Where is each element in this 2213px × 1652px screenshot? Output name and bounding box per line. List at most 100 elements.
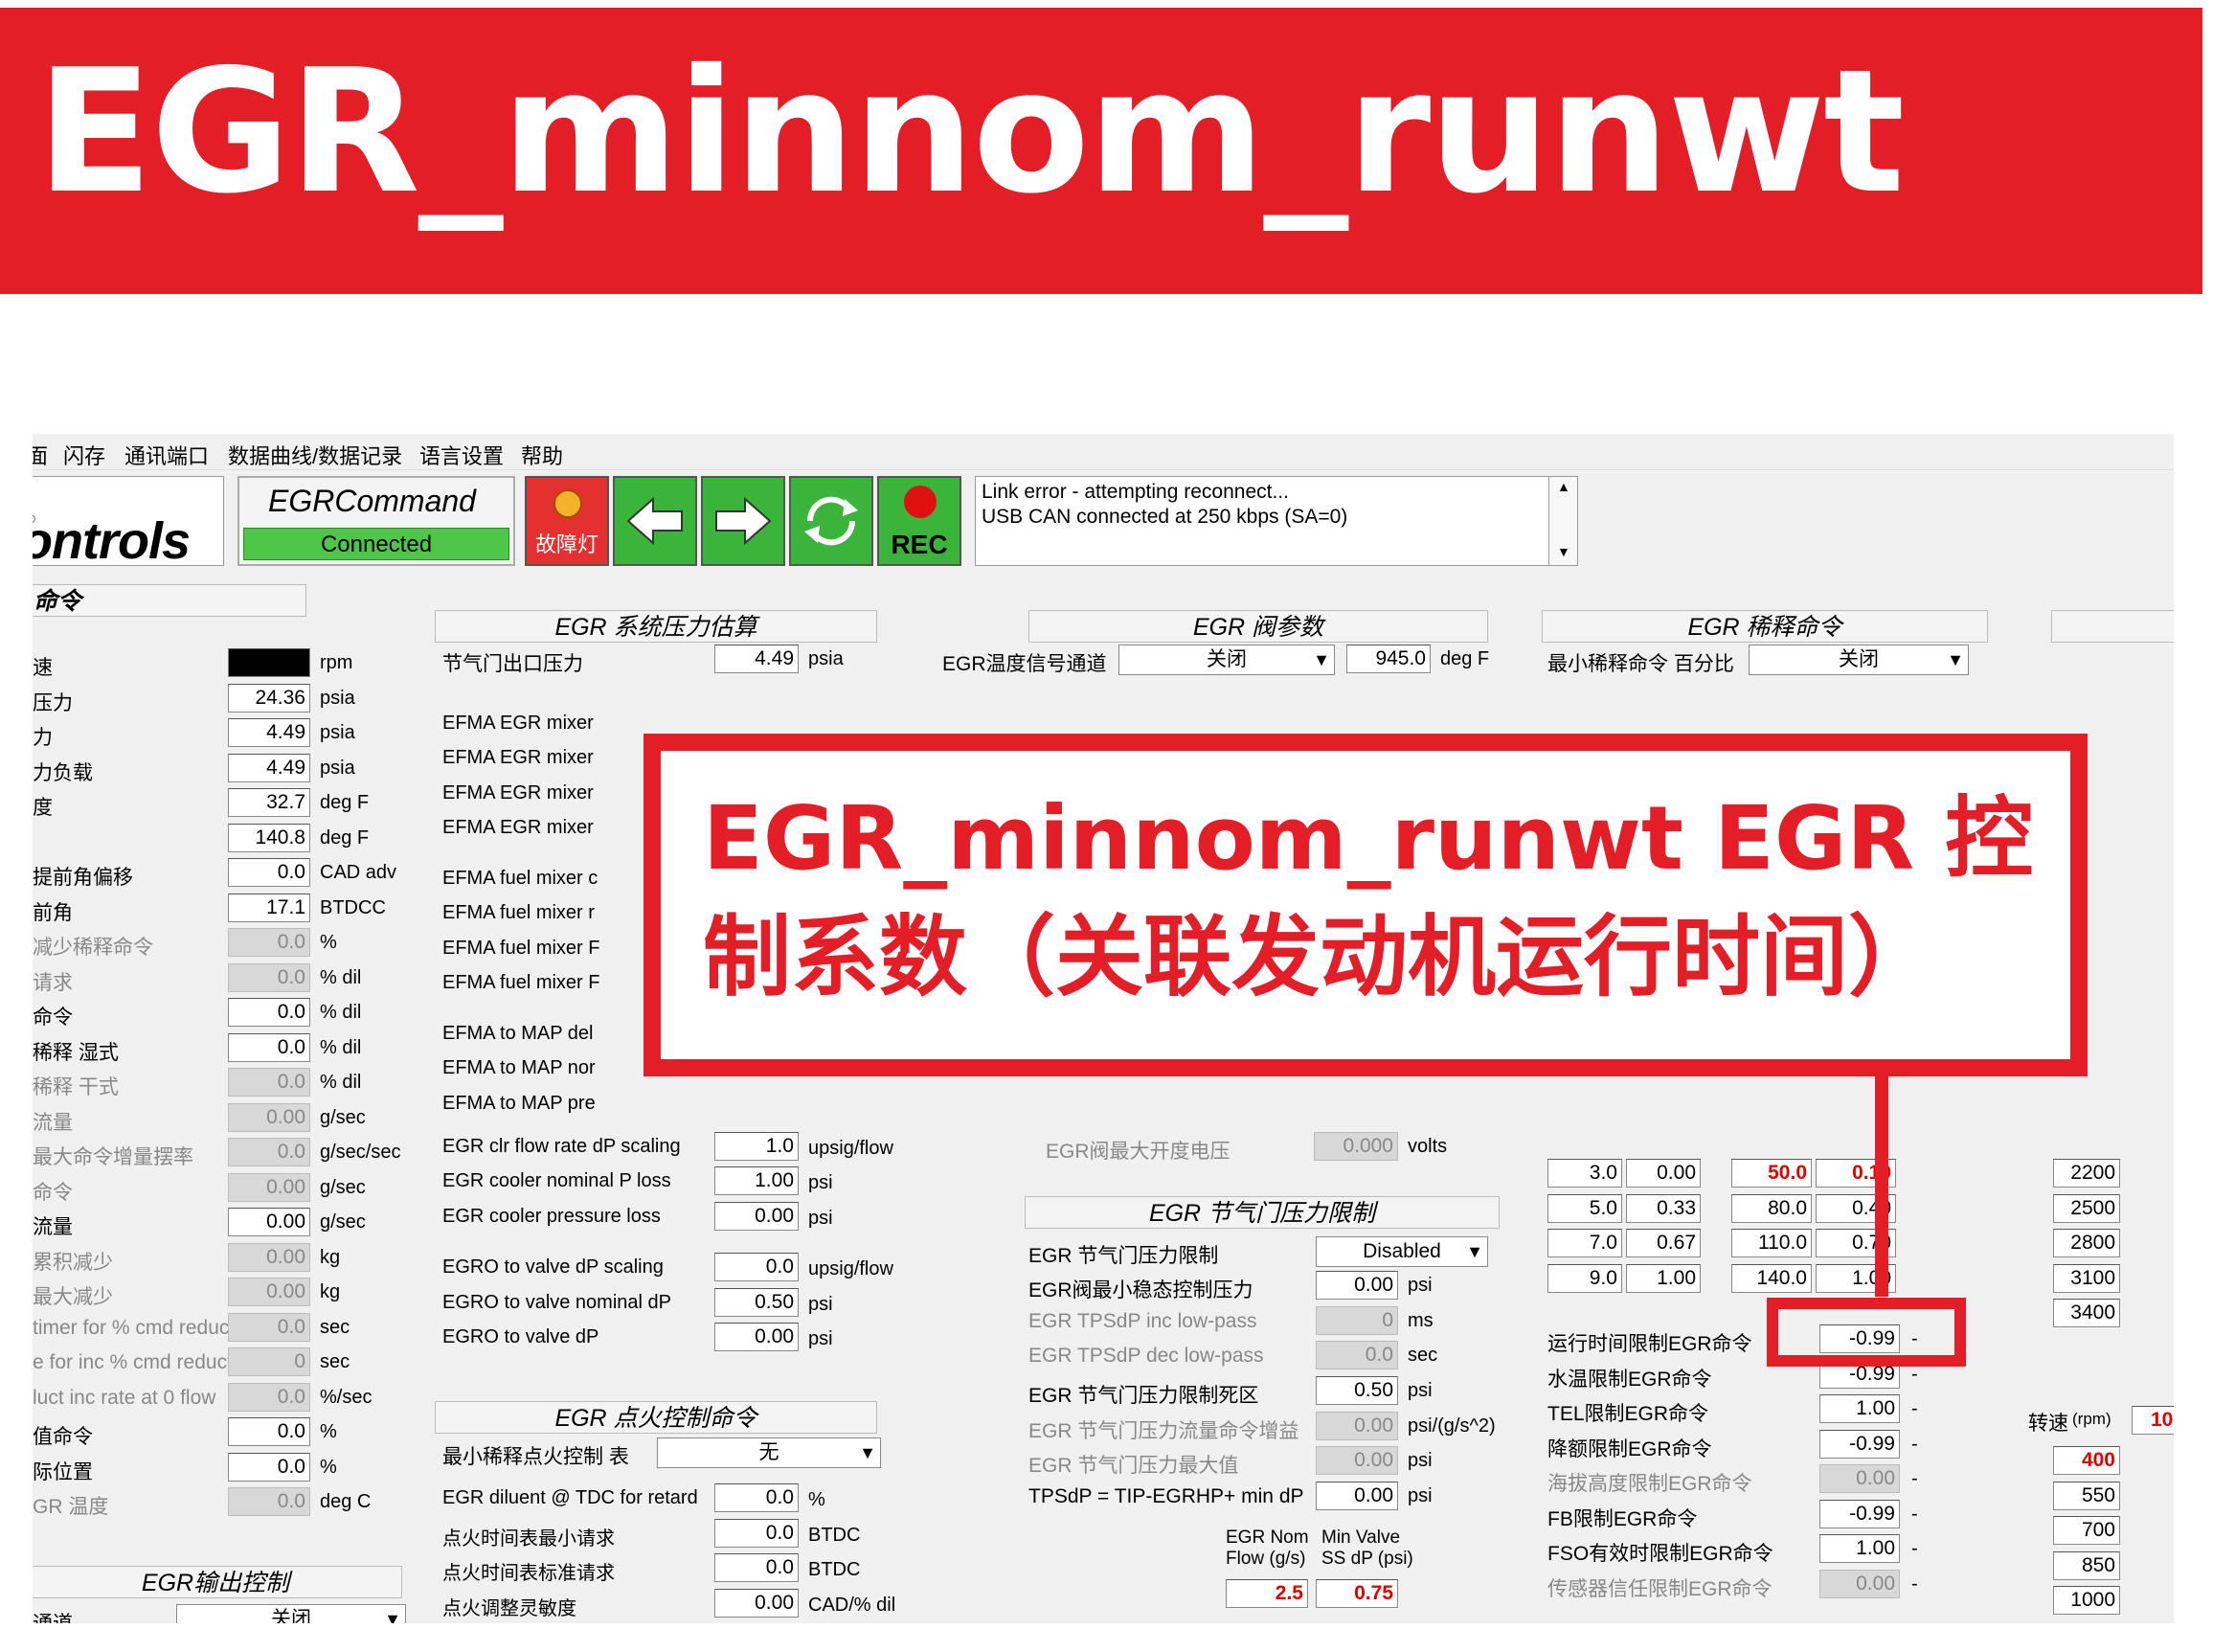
value-input[interactable]: 0.0 — [228, 998, 310, 1027]
table-a-y[interactable]: 0.00 — [1626, 1159, 1701, 1188]
spark-table-dropdown[interactable]: 无 ▼ — [657, 1437, 881, 1468]
value-input[interactable]: 24.36 — [228, 683, 310, 713]
value-input[interactable]: 0.00 — [228, 1102, 310, 1132]
value-input[interactable]: 0 — [228, 1347, 310, 1376]
value-input[interactable]: 0.0 — [228, 1068, 310, 1097]
menu-view[interactable]: 面 — [33, 440, 48, 470]
egr-temp-channel-dropdown[interactable]: 关闭 ▼ — [1118, 645, 1335, 675]
value-input[interactable]: 140.8 — [228, 823, 310, 852]
value-input[interactable]: 17.1 — [228, 893, 310, 922]
speed-breakpoint[interactable]: 1000 — [2053, 1586, 2120, 1615]
table-a-x[interactable]: 3.0 — [1547, 1159, 1622, 1188]
chevron-down-icon[interactable]: ▼ — [1313, 645, 1330, 674]
limit-unit: - — [1911, 1468, 1918, 1489]
table-b-x[interactable]: 140.0 — [1731, 1263, 1812, 1293]
value-input[interactable]: 0.0 — [228, 1312, 310, 1342]
speed-breakpoint[interactable]: 850 — [2053, 1550, 2120, 1580]
table-a-x[interactable]: 9.0 — [1547, 1263, 1622, 1293]
throttle-pressure-value[interactable]: 4.49 — [714, 645, 799, 673]
min-dilution-dropdown[interactable]: 关闭 ▼ — [1749, 645, 1969, 675]
speed-breakpoint[interactable]: 700 — [2053, 1516, 2120, 1545]
spark-param-value[interactable]: 0.0 — [714, 1483, 799, 1512]
speed-head-value[interactable]: 100 — [2132, 1406, 2174, 1435]
rpm-breakpoint[interactable]: 3400 — [2053, 1299, 2120, 1327]
table-b-x[interactable]: 50.0 — [1731, 1159, 1812, 1188]
table-a-x[interactable]: 5.0 — [1547, 1193, 1622, 1223]
pressure-param-value[interactable]: 0.00 — [714, 1202, 799, 1231]
rpm-breakpoint[interactable]: 2800 — [2053, 1229, 2120, 1257]
rpm-breakpoint[interactable]: 2200 — [2053, 1159, 2120, 1188]
limit-label: FB限制EGR命令 — [1547, 1507, 1698, 1530]
limit-unit: - — [1911, 1398, 1918, 1419]
pressure-param-value[interactable]: 1.0 — [714, 1132, 799, 1161]
program-panel: EGRCommand Connected — [237, 476, 515, 566]
output-channel-dropdown[interactable]: 关闭 ▼ — [176, 1604, 406, 1623]
value-input[interactable]: 4.49 — [228, 753, 310, 782]
value-input[interactable]: 0.0 — [228, 928, 310, 957]
value-input[interactable]: 0.0 — [228, 1452, 310, 1482]
fault-lamp-button[interactable]: 故障灯 — [525, 476, 609, 566]
value-input[interactable]: 0.00 — [228, 1242, 310, 1272]
table-a-x[interactable]: 7.0 — [1547, 1229, 1622, 1257]
menu-help[interactable]: 帮助 — [521, 440, 563, 470]
efma-label: EFMA EGR mixer — [442, 713, 594, 734]
refresh-button[interactable] — [789, 476, 873, 566]
egr-temp-value[interactable]: 945.0 — [1346, 645, 1431, 673]
value-input[interactable]: 0.0 — [228, 1138, 310, 1166]
back-button[interactable] — [613, 476, 697, 566]
scroll-up-icon[interactable]: ▲ — [1557, 479, 1570, 494]
table-b-x[interactable]: 80.0 — [1731, 1193, 1812, 1223]
spark-param-value[interactable]: 0.00 — [714, 1589, 799, 1618]
menu-data-log[interactable]: 数据曲线/数据记录 — [228, 440, 402, 470]
pressure-param-value[interactable]: 1.00 — [714, 1166, 799, 1195]
pressure-param-value[interactable]: 0.0 — [714, 1253, 799, 1281]
value-input[interactable]: 32.7 — [228, 788, 310, 817]
throttle-limit-dropdown[interactable]: Disabled ▼ — [1316, 1236, 1488, 1267]
value-input[interactable]: 0.00 — [228, 1278, 310, 1306]
chevron-down-icon[interactable]: ▼ — [1947, 645, 1964, 674]
table-b-x[interactable]: 110.0 — [1731, 1229, 1812, 1257]
pressure-param-value[interactable]: 0.50 — [714, 1288, 799, 1317]
value-input[interactable]: 0.00 — [228, 1172, 310, 1202]
value-input[interactable]: 0.0 — [228, 1032, 310, 1062]
spark-param-value[interactable]: 0.0 — [714, 1519, 799, 1548]
min-valve-dp-value[interactable]: 0.75 — [1316, 1579, 1398, 1608]
scroll-down-icon[interactable]: ▼ — [1557, 544, 1570, 559]
rpm-breakpoint[interactable]: 2500 — [2053, 1193, 2120, 1223]
efma-label: EFMA fuel mixer r — [442, 902, 595, 923]
value-input[interactable]: 0.00 — [228, 1208, 310, 1236]
menu-flash[interactable]: 闪存 — [63, 440, 105, 470]
chevron-down-icon[interactable]: ▼ — [1466, 1237, 1483, 1266]
pressure-param-unit: upsig/flow — [808, 1258, 893, 1279]
table-a-y[interactable]: 0.67 — [1626, 1229, 1701, 1257]
speed-breakpoint[interactable]: 400 — [2053, 1446, 2120, 1475]
speed-breakpoint[interactable]: 550 — [2053, 1481, 2120, 1510]
value-input[interactable]: 0 — [228, 648, 310, 677]
nom-flow-value[interactable]: 2.5 — [1226, 1579, 1308, 1608]
table-a-y[interactable]: 0.33 — [1626, 1193, 1701, 1223]
company-logo: ontrols® — [33, 476, 224, 570]
chevron-down-icon[interactable]: ▼ — [384, 1605, 401, 1623]
throttle-limit-value[interactable]: 0.00 — [1316, 1271, 1398, 1300]
value-input[interactable]: 0.0 — [228, 1487, 310, 1516]
value-input[interactable]: 4.49 — [228, 718, 310, 747]
forward-button[interactable] — [701, 476, 785, 566]
field-label: 请求 — [33, 971, 73, 994]
throttle-limit-value[interactable]: 0.50 — [1316, 1376, 1398, 1405]
value-input[interactable]: 0.0 — [228, 858, 310, 887]
chevron-down-icon[interactable]: ▼ — [859, 1438, 876, 1467]
throttle-limit-value[interactable]: 0.00 — [1316, 1482, 1398, 1510]
value-input[interactable]: 0.0 — [228, 962, 310, 992]
rpm-breakpoint[interactable]: 3100 — [2053, 1263, 2120, 1293]
menu-language[interactable]: 语言设置 — [419, 440, 504, 470]
limit-label: FSO有效时限制EGR命令 — [1547, 1543, 1773, 1565]
message-scrollbar[interactable]: ▲ ▼ — [1548, 477, 1577, 565]
spark-param-value[interactable]: 0.0 — [714, 1553, 799, 1582]
record-button[interactable]: REC — [877, 476, 961, 566]
value-input[interactable]: 0.0 — [228, 1417, 310, 1446]
pressure-param-value[interactable]: 0.00 — [714, 1323, 799, 1351]
value-input[interactable]: 0.0 — [228, 1382, 310, 1412]
menu-comm-port[interactable]: 通讯端口 — [124, 440, 209, 470]
table-a-y[interactable]: 1.00 — [1626, 1263, 1701, 1293]
throttle-limit-label: EGR 节气门压力限制死区 — [1028, 1385, 1259, 1407]
